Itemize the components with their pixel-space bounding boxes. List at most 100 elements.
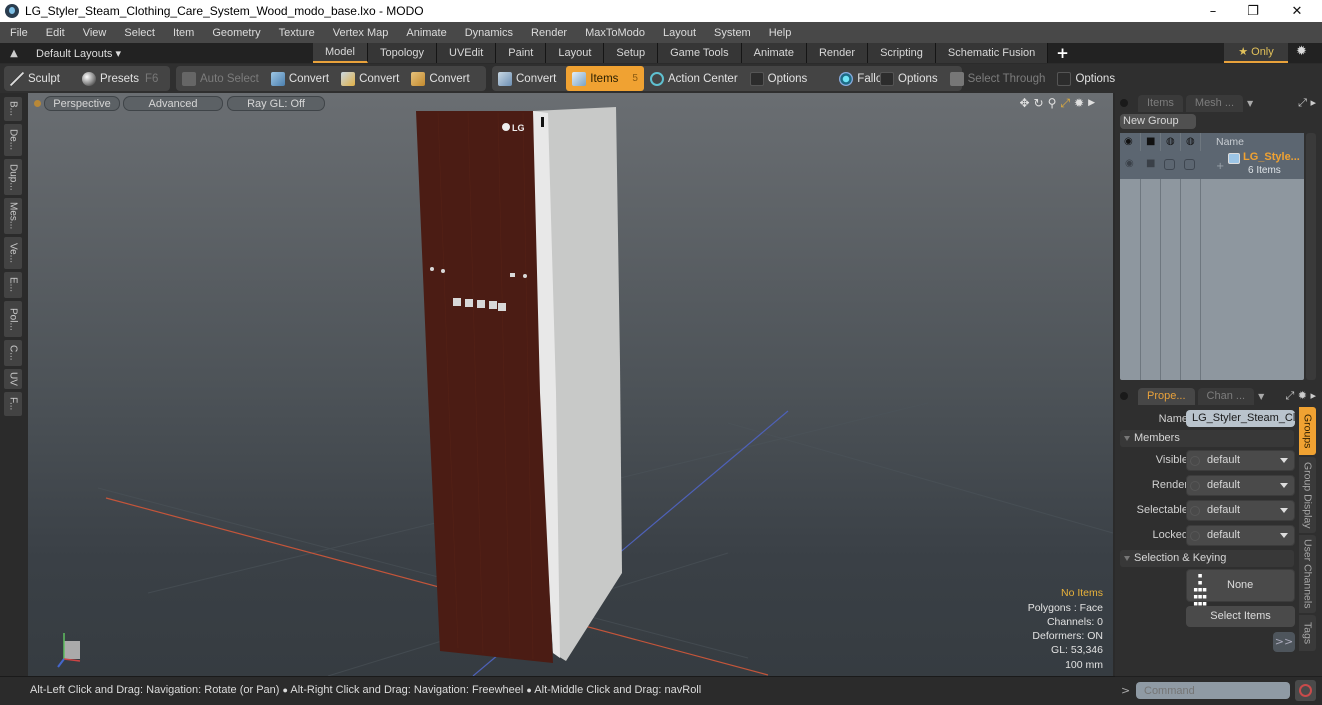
- command-input[interactable]: [1136, 682, 1290, 699]
- pan-icon[interactable]: ✥: [1019, 96, 1029, 111]
- tool-tab-duplicate[interactable]: Dup...: [4, 159, 22, 195]
- 3d-viewport[interactable]: LG Perspective Advanced Ray GL: Off ✥ ↻ …: [28, 93, 1113, 676]
- tool-tab-uv[interactable]: UV: [4, 369, 22, 389]
- auto-select-button[interactable]: Auto Select: [176, 66, 265, 91]
- tab-scripting[interactable]: Scripting: [868, 43, 936, 63]
- new-group-button[interactable]: New Group: [1120, 114, 1196, 129]
- tool-tab-curve[interactable]: C...: [4, 340, 22, 366]
- viewport-expand-arrow-icon[interactable]: ▶: [1088, 96, 1095, 111]
- side-tab-tags[interactable]: Tags: [1299, 615, 1316, 651]
- only-toggle[interactable]: ★ Only: [1224, 43, 1288, 63]
- layout-settings-gear-icon[interactable]: ✹: [1296, 44, 1307, 59]
- panel-menu-dot[interactable]: [1120, 392, 1128, 400]
- tab-animate[interactable]: Animate: [741, 43, 807, 63]
- convert-edges-button[interactable]: Convert: [335, 66, 405, 91]
- tab-items[interactable]: Items: [1138, 94, 1183, 112]
- select-through-button[interactable]: Select Through: [944, 66, 1052, 91]
- menu-animate[interactable]: Animate: [396, 27, 454, 39]
- group-expand-icon[interactable]: +: [1216, 161, 1224, 172]
- name-field[interactable]: LG_Styler_Steam_Cl: [1186, 410, 1295, 427]
- side-tab-user-channels[interactable]: User Channels: [1299, 535, 1316, 613]
- panel-menu-dot[interactable]: [1120, 99, 1128, 107]
- visible-dropdown[interactable]: default: [1186, 450, 1295, 471]
- render-camera-icon[interactable]: ■: [1146, 136, 1155, 147]
- convert-polygons-button[interactable]: Convert: [405, 66, 475, 91]
- menu-geometry[interactable]: Geometry: [202, 27, 268, 39]
- group-locked-checkbox[interactable]: [1184, 159, 1195, 170]
- selection-keying-section-header[interactable]: Selection & Keying: [1120, 550, 1294, 567]
- visibility-eye-icon[interactable]: ◉: [1124, 136, 1133, 147]
- select-through-options-button[interactable]: Options: [1051, 66, 1121, 91]
- tool-tab-vertex[interactable]: Ve...: [4, 237, 22, 269]
- ray-gl-toggle[interactable]: Ray GL: Off: [227, 96, 325, 111]
- properties-tab-dropdown-arrow-icon[interactable]: ▼: [1258, 392, 1264, 401]
- visible-keyframe-dot[interactable]: [1190, 456, 1200, 466]
- menu-item[interactable]: Item: [163, 27, 202, 39]
- menu-dynamics[interactable]: Dynamics: [455, 27, 521, 39]
- add-tab-button[interactable]: +: [1048, 44, 1077, 62]
- locked-dropdown[interactable]: default: [1186, 525, 1295, 546]
- record-macro-button[interactable]: [1295, 680, 1316, 701]
- action-center-button[interactable]: Action Center: [644, 66, 744, 91]
- shading-mode-button[interactable]: Advanced: [123, 96, 223, 111]
- tool-tab-mesh-edit[interactable]: Mes...: [4, 198, 22, 234]
- render-dropdown[interactable]: default: [1186, 475, 1295, 496]
- name-column-header[interactable]: Name: [1216, 136, 1244, 148]
- members-section-header[interactable]: Members: [1120, 430, 1294, 447]
- render-keyframe-dot[interactable]: [1190, 481, 1200, 491]
- menu-system[interactable]: System: [704, 27, 759, 39]
- viewport-menu-dot[interactable]: [34, 100, 41, 107]
- tab-setup[interactable]: Setup: [604, 43, 659, 63]
- menu-edit[interactable]: Edit: [36, 27, 73, 39]
- tool-tab-deform[interactable]: De...: [4, 124, 22, 156]
- group-selectable-checkbox[interactable]: [1164, 159, 1175, 170]
- close-button[interactable]: ✕: [1274, 0, 1320, 22]
- action-center-options-button[interactable]: Options: [744, 66, 814, 91]
- tab-mesh-ops[interactable]: Mesh ...: [1185, 94, 1244, 112]
- items-scrollbar[interactable]: [1306, 133, 1316, 380]
- group-name[interactable]: LG_Style...: [1243, 151, 1300, 163]
- items-mode-button[interactable]: Items 5: [566, 66, 644, 91]
- side-tab-groups[interactable]: Groups: [1299, 407, 1316, 455]
- group-row[interactable]: ◉ ■ + LG_Style... 6 Items: [1120, 151, 1304, 179]
- tab-properties[interactable]: Prope...: [1138, 387, 1195, 405]
- items-panel-expand-icon[interactable]: ⤢ ▸: [1298, 96, 1316, 110]
- selectable-keyframe-dot[interactable]: [1190, 506, 1200, 516]
- menu-layout[interactable]: Layout: [653, 27, 704, 39]
- menu-file[interactable]: File: [0, 27, 36, 39]
- rotate-icon[interactable]: ↻: [1034, 96, 1044, 111]
- default-layouts-dropdown[interactable]: Default Layouts ▾: [28, 47, 313, 60]
- maximize-viewport-icon[interactable]: ⤢: [1060, 96, 1070, 111]
- convert-items-button[interactable]: Convert: [492, 66, 562, 91]
- group-visibility-toggle[interactable]: ◉: [1125, 158, 1134, 169]
- tab-layout[interactable]: Layout: [546, 43, 605, 63]
- menu-render[interactable]: Render: [521, 27, 575, 39]
- menu-vertex-map[interactable]: Vertex Map: [323, 27, 397, 39]
- side-tab-group-display[interactable]: Group Display: [1299, 457, 1316, 533]
- menu-view[interactable]: View: [73, 27, 115, 39]
- tab-channels[interactable]: Chan ...: [1197, 387, 1255, 405]
- tab-schematic-fusion[interactable]: Schematic Fusion: [935, 43, 1049, 63]
- convert-vertices-button[interactable]: Convert: [265, 66, 335, 91]
- layout-collapse-icon[interactable]: ▲: [0, 48, 28, 59]
- maximize-button[interactable]: ❐: [1230, 0, 1276, 22]
- menu-help[interactable]: Help: [759, 27, 800, 39]
- tab-uvedit[interactable]: UVEdit: [437, 43, 497, 63]
- items-tab-dropdown-arrow-icon[interactable]: ▼: [1247, 99, 1253, 108]
- select-items-button[interactable]: Select Items: [1186, 606, 1295, 627]
- sculpt-button[interactable]: Sculpt: [4, 66, 66, 91]
- menu-select[interactable]: Select: [114, 27, 163, 39]
- presets-button[interactable]: Presets F6: [76, 66, 164, 91]
- tool-tab-basic[interactable]: B...: [4, 97, 22, 121]
- properties-panel-expand-icon[interactable]: ⤢ ✹ ▸: [1285, 389, 1316, 403]
- group-render-toggle[interactable]: ■: [1146, 158, 1155, 169]
- more-button[interactable]: >>: [1273, 632, 1295, 652]
- menu-maxtomodo[interactable]: MaxToModo: [575, 27, 653, 39]
- tab-topology[interactable]: Topology: [367, 43, 438, 63]
- tool-tab-edge[interactable]: E...: [4, 272, 22, 298]
- selectable-icon[interactable]: ◍: [1166, 136, 1175, 147]
- menu-texture[interactable]: Texture: [269, 27, 323, 39]
- tab-game-tools[interactable]: Game Tools: [658, 43, 742, 63]
- viewport-settings-gear-icon[interactable]: ✹: [1074, 96, 1084, 111]
- locked-icon[interactable]: ◍: [1186, 136, 1195, 147]
